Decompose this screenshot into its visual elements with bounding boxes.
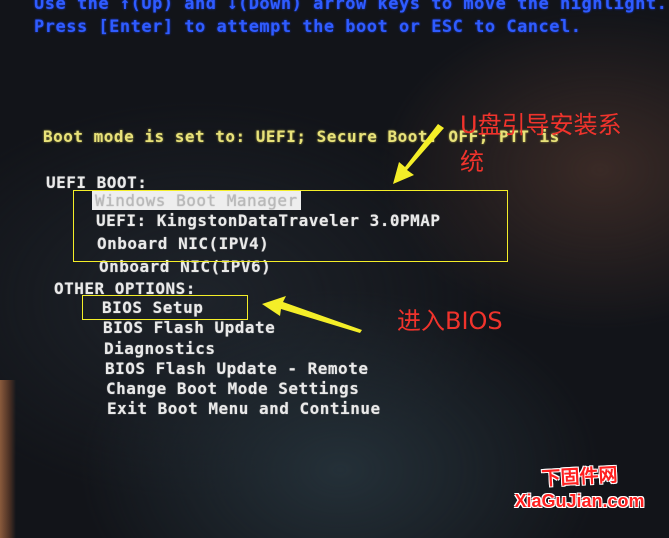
arrow-to-bios-setup-icon (262, 296, 362, 333)
annotation-arrows (262, 124, 444, 333)
watermark-chinese: 下固件网 (541, 464, 619, 490)
annotation-usb-boot-line1: U盘引导安装系 (460, 111, 622, 139)
watermark-domain: XiaGuJian.com (514, 491, 645, 511)
arrow-to-usb-boot-icon (393, 124, 444, 184)
annotation-enter-bios: 进入BIOS (397, 307, 503, 335)
annotation-usb-boot-line2: 统 (460, 148, 484, 176)
watermark: 下固件网 XiaGuJian.com (490, 462, 669, 512)
